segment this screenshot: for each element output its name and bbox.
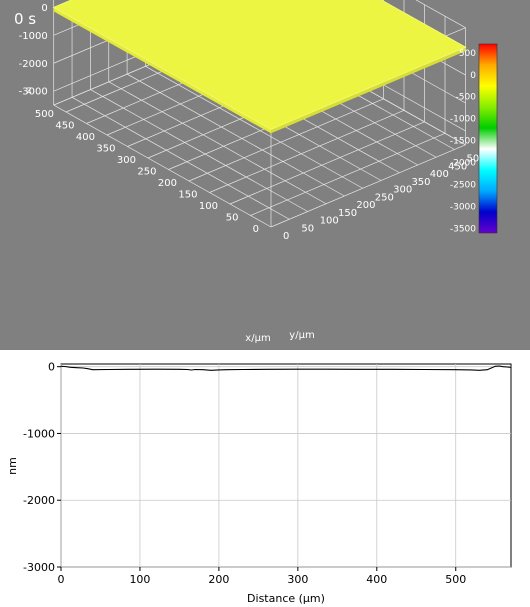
x-tick-label: 500: [445, 573, 466, 586]
y-axis-label: y/µm: [289, 330, 314, 341]
colorbar-tick-label: 500: [459, 49, 476, 59]
x-axis-label: x/µm: [245, 333, 270, 344]
y-tick-label: -2000: [23, 494, 55, 507]
profile-y-tick-labels: 0 -1000 -2000 -3000: [23, 361, 61, 574]
x-tick-label: 50: [226, 213, 239, 224]
surface-plot-panel: 0 s z x/µm y/µm 0-1000-2000-3000 0501001…: [0, 0, 530, 350]
x-tick-label: 100: [199, 201, 218, 212]
x-tick-label: 300: [117, 155, 136, 166]
x-tick-label: 200: [208, 573, 229, 586]
frame-time-label: 0 s: [14, 10, 36, 28]
y-tick-label: 200: [356, 200, 375, 211]
y-tick-label: -3000: [23, 561, 55, 574]
y-tick-label: 100: [320, 216, 339, 227]
profile-plot-panel: 0 100 200 300 400 500 0 -1000 -2000 -3000 Distan…: [6, 361, 512, 605]
y-tick-label: 0: [283, 231, 289, 242]
profile-x-tick-labels: 0 100 200 300 400 500: [58, 567, 466, 586]
x-tick-label: 250: [137, 167, 156, 178]
profile-plot-area: [60, 363, 512, 568]
y-tick-label: 150: [338, 208, 357, 219]
colorbar-tick-label: -2000: [450, 159, 476, 169]
y-tick-label: -1000: [23, 427, 55, 440]
y-tick-label: 400: [430, 169, 449, 180]
y-tick-label: 0: [48, 361, 55, 374]
x-tick-label: 400: [76, 132, 95, 143]
colorbar-tick-label: -1000: [450, 115, 476, 125]
y-tick-label: 350: [411, 177, 430, 188]
x-tick-label: 100: [129, 573, 150, 586]
y-tick-label: 300: [393, 185, 412, 196]
x-tick-label: 500: [35, 109, 54, 120]
x-tick-label: 450: [55, 121, 74, 132]
z-tick-label: -3000: [19, 87, 48, 98]
z-tick-label: -1000: [19, 31, 48, 42]
z-tick-label: 0: [41, 3, 47, 14]
profile-x-axis-label: Distance (µm): [247, 592, 325, 605]
colorbar-tick-label: -3500: [450, 225, 476, 235]
figure: 0 s z x/µm y/µm 0-1000-2000-3000 0501001…: [0, 0, 530, 605]
x-tick-label: 200: [158, 178, 177, 189]
x-tick-label: 400: [366, 573, 387, 586]
z-tick-label: -2000: [19, 59, 48, 70]
colorbar: [478, 43, 498, 234]
colorbar-tick-label: -1500: [450, 137, 476, 147]
y-tick-label: 250: [375, 192, 394, 203]
x-tick-label: 0: [58, 573, 65, 586]
profile-y-axis-label: nm: [6, 457, 19, 475]
colorbar-tick-label: -2500: [450, 181, 476, 191]
x-tick-label: 350: [96, 144, 115, 155]
y-tick-label: 50: [301, 223, 314, 234]
colorbar-tick-label: -500: [456, 93, 477, 103]
x-tick-label: 300: [287, 573, 308, 586]
colorbar-tick-label: 0: [470, 71, 476, 81]
colorbar-tick-label: -3000: [450, 203, 476, 213]
x-tick-label: 0: [253, 224, 259, 235]
x-tick-label: 150: [178, 190, 197, 201]
